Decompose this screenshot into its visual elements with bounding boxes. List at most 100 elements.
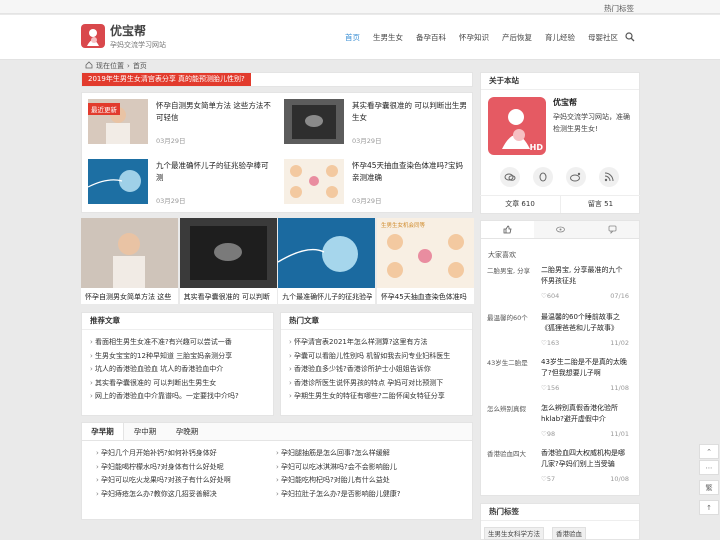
list-item[interactable]: 香港诊所医生说怀男孩的特点 孕妈可对比预测下 [289,377,472,391]
list-item[interactable]: 其实看孕囊很准的 可以判断出生男生女 [90,377,273,391]
nav-item-parenting[interactable]: 育儿经验 [545,31,575,45]
tile-caption[interactable]: 怀孕自测男女简单方法 这些 [85,292,175,302]
featured-date: 03月29日 [156,137,186,145]
featured-title[interactable]: 其实看孕囊很准的 可以判断出生男生女 [352,100,470,124]
nav-item-pregnancy[interactable]: 怀孕知识 [459,31,489,45]
featured-card[interactable]: 九个最准确怀儿子的征兆验孕棒可测 03月29日 [82,153,278,213]
list-item[interactable]: 孕妇可以吃火龙果吗?对孩子有什么好处啊 [96,474,276,488]
tile-caption[interactable]: 九个最准确怀儿子的征兆验孕 [282,292,372,302]
tab-early[interactable]: 孕早期 [82,423,124,440]
favorite-item[interactable]: 怎么辨别真假 怎么辨别真假香港化验所hklab?避开虚假中介 ♡98 11/01 [487,403,631,447]
tile-image[interactable] [179,218,277,288]
breadcrumb-home-link[interactable]: 首页 [133,61,147,71]
scroll-top-icon[interactable]: ⌃ [699,444,719,459]
site-title[interactable]: 优宝帮 [110,22,146,39]
qq-icon[interactable] [533,167,553,187]
featured-title[interactable]: 九个最准确怀儿子的征兆验孕棒可测 [156,160,274,184]
list-item[interactable]: 看面相生男生女准不准?有兴趣可以尝试一番 [90,336,273,350]
list-item[interactable]: 生男女宝宝的12种早知道 三胎宝妈亲测分享 [90,350,273,364]
notice-link[interactable]: 2019年生男生女清宫表分享 真的能预测胎儿性别? [82,73,251,86]
featured-title[interactable]: 怀孕自测男女简单方法 这些方法不可轻信 [156,100,274,124]
image-strip: 怀孕自测男女简单方法 这些 其实看孕囊很准的 可以判断 九个最准确怀儿子的征兆验… [81,218,474,304]
search-icon[interactable] [624,31,636,43]
tile-image[interactable] [81,218,178,288]
image-tile[interactable]: 生男生女机会同等 怀孕45天抽血查染色体准吗 [376,218,474,304]
list-item[interactable]: 孕妇几个月开始补钙?如何补钙身体好 [96,447,276,461]
nav-item-community[interactable]: 母婴社区 [588,31,618,45]
favorite-image[interactable]: 二胎男宝, 分享 [487,265,535,279]
featured-thumbnail[interactable] [88,159,148,204]
list-item[interactable]: 网上的香港验血中介靠谱吗。一定要找中介吗? [90,390,273,404]
list-item[interactable]: 孕妇可以吃冰淇淋吗?会不会影响胎儿 [276,461,456,475]
tile-image[interactable]: 生男生女机会同等 [376,218,474,288]
favorite-views: ♡163 [541,339,560,347]
home-icon [85,61,93,71]
tile-image[interactable] [278,218,376,288]
list-item[interactable]: 孕妇拉肚子怎么办?是否影响胎儿健康? [276,488,456,502]
favorite-image[interactable]: 怎么辨别真假 [487,403,535,417]
favorite-image[interactable]: 香港验血四大 [487,448,535,462]
nav-item-postpartum[interactable]: 产后恢复 [502,31,532,45]
back-to-top-button[interactable]: ↑ [699,500,719,515]
featured-thumbnail[interactable] [284,159,344,204]
list-item[interactable]: 孕妇腿抽筋是怎么回事?怎么样缓解 [276,447,456,461]
list-item[interactable]: 孕妇能喝柠檬水吗?对身体有什么好处呢 [96,461,276,475]
traditional-chinese-button[interactable]: 繁 [699,480,719,495]
thumbs-up-icon[interactable] [481,221,534,238]
featured-card[interactable]: 最近更新 怀孕自测男女简单方法 这些方法不可轻信 03月29日 [82,93,278,153]
featured-title[interactable]: 怀孕45天抽血查染色体准吗?宝妈亲测准确 [352,160,470,184]
featured-thumbnail[interactable] [284,99,344,144]
list-item[interactable]: 孕囊可以看胎儿性别吗 机智如我去问专业妇科医生 [289,350,472,364]
featured-thumbnail[interactable]: 最近更新 [88,99,148,144]
hot-tags-link[interactable]: 热门标签 [604,3,634,14]
recommended-panel: 推荐文章 看面相生男生女准不准?有兴趣可以尝试一番 生男女宝宝的12种早知道 三… [81,312,274,416]
list-item[interactable]: 孕妇痔疮怎么办?教你这几招妥善解决 [96,488,276,502]
favorite-date: 10/08 [610,475,629,483]
featured-date: 03月29日 [156,197,186,205]
list-item[interactable]: 香港验血多少钱?香港诊所护士小姐姐告诉你 [289,363,472,377]
image-tile[interactable]: 九个最准确怀儿子的征兆验孕 [278,218,376,304]
favorite-title[interactable]: 二胎男宝, 分享最准的九个怀男孩征兆 [541,265,629,287]
favorite-title[interactable]: 怎么辨别真假香港化验所hklab?避开虚假中介 [541,403,629,425]
favorite-item[interactable]: 二胎男宝, 分享 二胎男宝, 分享最准的九个怀男孩征兆 ♡604 07/16 [487,265,631,309]
tab-middle[interactable]: 孕中期 [124,423,166,440]
about-logo[interactable]: HD [488,97,546,155]
tab-late[interactable]: 孕晚期 [166,423,208,440]
eye-icon[interactable] [533,221,587,238]
favorite-item[interactable]: 香港验血四大 香港验血四大权威机构是哪几家?孕妈们别上当受骗 ♡57 10/08 [487,448,631,492]
favorite-title[interactable]: 最温馨的60个睡前故事之《狐狸爸爸和儿子故事》 [541,312,629,334]
favorite-title[interactable]: 43岁生二胎是不是真的太晚了?但我想要儿子啊 [541,357,629,379]
favorite-views: ♡604 [541,292,560,300]
list-item[interactable]: 孕妇能吃枸杞吗?对胎儿有什么益处 [276,474,456,488]
featured-card[interactable]: 其实看孕囊很准的 可以判断出生男生女 03月29日 [278,93,474,153]
favorite-item[interactable]: 最温馨的60个 最温馨的60个睡前故事之《狐狸爸爸和儿子故事》 ♡163 11/… [487,312,631,356]
about-title: 关于本站 [481,73,639,90]
breadcrumb: 现在位置 › 首页 [85,61,147,71]
share-icon[interactable]: ⋯ [699,460,719,475]
favorite-image[interactable]: 43岁生二胎是 [487,357,535,371]
favorite-image[interactable]: 最温馨的60个 [487,312,535,326]
tag-link[interactable]: 生男生女科学方法 [484,527,544,540]
list-item[interactable]: 孕期生男生女的特征有哪些?二胎怀闺女特征分享 [289,390,472,404]
wechat-icon[interactable] [500,167,520,187]
nav-item-home[interactable]: 首页 [345,31,360,45]
nav-item-gender[interactable]: 生男生女 [373,31,403,45]
rss-icon[interactable] [599,167,619,187]
tag-link[interactable]: 香港验血 [552,527,586,540]
tile-image-label: 生男生女机会同等 [381,221,426,229]
nav-item-prepregnancy[interactable]: 备孕百科 [416,31,446,45]
tile-caption[interactable]: 怀孕45天抽血查染色体准吗 [381,292,471,302]
list-item[interactable]: 坑人的香港验血验血 坑人的香港验血中介 [90,363,273,377]
featured-date: 03月29日 [352,197,382,205]
featured-date: 03月29日 [352,137,382,145]
favorite-item[interactable]: 43岁生二胎是 43岁生二胎是不是真的太晚了?但我想要儿子啊 ♡156 11/0… [487,357,631,401]
comment-icon[interactable] [586,221,640,238]
site-logo-icon[interactable] [81,24,105,48]
list-item[interactable]: 怀孕清宫表2021年怎么样测算?这里有方法 [289,336,472,350]
tile-caption[interactable]: 其实看孕囊很准的 可以判断 [184,292,274,302]
weibo-icon[interactable] [566,167,586,187]
favorite-title[interactable]: 香港验血四大权威机构是哪几家?孕妈们别上当受骗 [541,448,629,470]
image-tile[interactable]: 怀孕自测男女简单方法 这些 [81,218,178,304]
image-tile[interactable]: 其实看孕囊很准的 可以判断 [179,218,277,304]
featured-card[interactable]: 怀孕45天抽血查染色体准吗?宝妈亲测准确 03月29日 [278,153,474,213]
